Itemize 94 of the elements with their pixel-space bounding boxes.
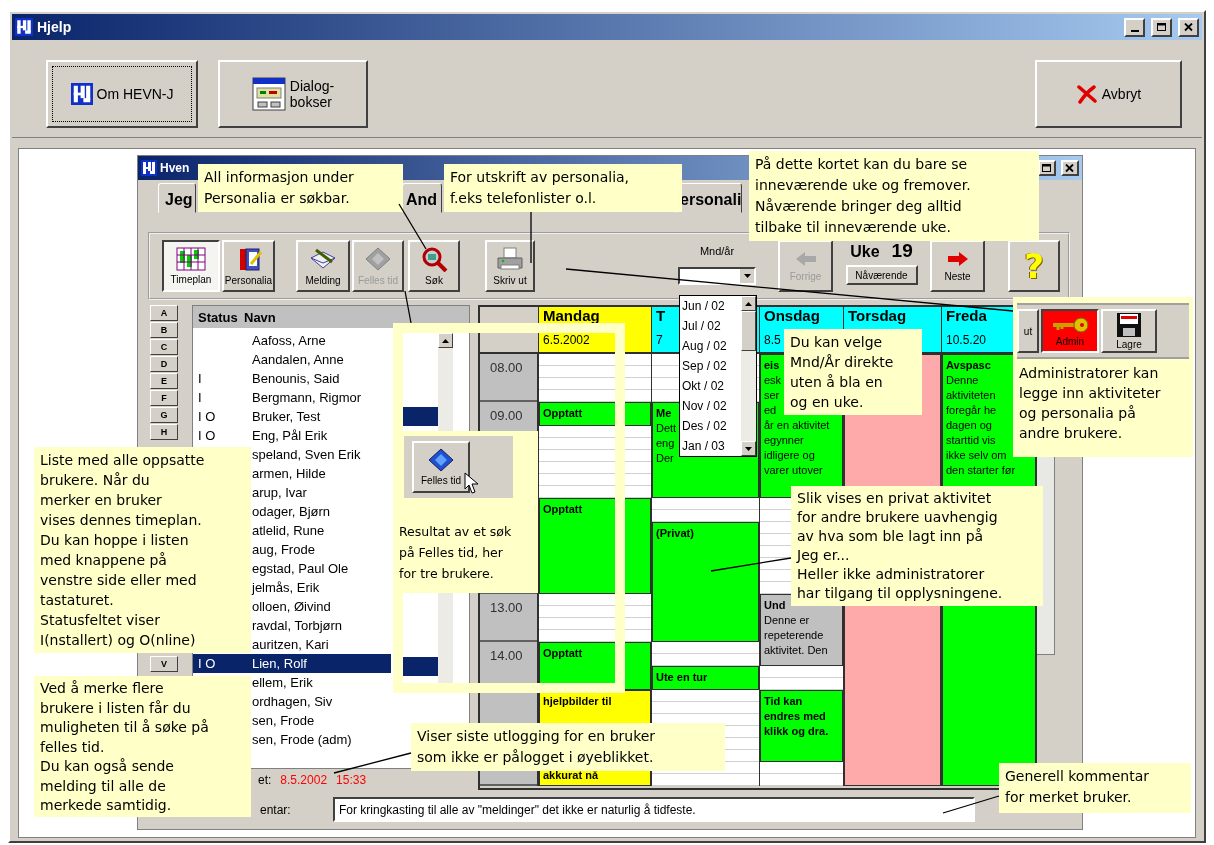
day-name: Onsdag (764, 308, 820, 324)
event-text: dagen og (946, 418, 992, 433)
help-tooltip: All informasjon under Personalia er søkbar. (198, 164, 403, 212)
time-label: 13.00 (490, 600, 523, 615)
day-date: 8.5 (764, 334, 781, 347)
time-label: 09.00 (490, 408, 523, 423)
help-tooltip: Generell kommentar for merket bruker. (999, 763, 1191, 813)
event-text: ed (764, 403, 777, 418)
time-label: 08.00 (490, 360, 523, 375)
status-text: I (198, 371, 203, 386)
window-title: Hjelp (37, 19, 72, 35)
event-title: Opptatt (543, 406, 583, 421)
event-text: esk (764, 373, 782, 388)
column-header: Navn (244, 309, 276, 325)
event-title: eis (764, 358, 780, 373)
window-title: Hven (160, 161, 190, 175)
help-tooltip: Slik vises en privat aktivitet for andre brukere uavhengig av hva som ble lagt inn på Jeg er... Heller ikke administratorer har tilgang til opplysningene. (791, 486, 1043, 606)
name-text: olloen, Øivind (252, 599, 331, 614)
column-header: Status (198, 309, 239, 325)
logout-time: 15:33 (336, 773, 367, 790)
comment-label: entar: (260, 802, 292, 817)
name-text: egstad, Paul Ole (252, 561, 349, 576)
event-title: akkurat nå (543, 768, 599, 783)
day-name: Freda (946, 308, 987, 324)
day-name: T (656, 308, 666, 324)
day-date: 7 (656, 334, 663, 347)
help-tooltip: Ved å merke flere brukere i listen får du muligheten til å søke på felles tid. Du kan også sende melding til alle de merkede samtidig. (34, 676, 251, 817)
event-title: Und (764, 598, 786, 613)
event-text: repeterende (764, 628, 824, 643)
status-text: I (198, 390, 203, 405)
name-text: speland, Sven Erik (252, 447, 361, 462)
event-text: Denne er (764, 613, 810, 628)
name-text: ellem, Erik (252, 675, 313, 690)
name-text: aug, Frode (252, 542, 315, 557)
event-text: varer utover (764, 463, 823, 478)
day-date: 10.5.20 (946, 334, 987, 347)
status-text: I O (198, 428, 217, 443)
event-text: idligere og (764, 448, 815, 463)
event-title: hjelpbilder til (543, 694, 612, 709)
help-tooltip: For utskrift av personalia, f.eks telefonlister o.l. (444, 164, 682, 212)
event-text: starttid vis (946, 433, 996, 448)
event-text: aktiviteten (946, 388, 996, 403)
name-text: Lien, Rolf (252, 656, 307, 671)
event-title: Tid kan endres med klikk og dra. (764, 694, 829, 739)
event-title: Opptatt (543, 646, 583, 661)
name-text: arup, Ivar (252, 485, 307, 500)
event-title: Opptatt (543, 502, 583, 517)
month-label: Mnd/år (699, 245, 735, 257)
name-text: Bergmann, Rigmor (252, 390, 362, 405)
name-text: jelmås, Erik (252, 580, 320, 595)
event-text: foregår he (946, 403, 997, 418)
name-text: Aandalen, Anne (252, 352, 344, 367)
event-text: ser (764, 388, 780, 403)
status-text: I O (198, 656, 217, 671)
name-text: armen, Hilde (252, 466, 326, 481)
event-text: år en aktivitet (764, 418, 830, 433)
name-text: Benounis, Said (252, 371, 340, 386)
logout-date: 8.5.2002 (280, 773, 328, 790)
name-text: Aafoss, Arne (252, 333, 326, 348)
help-tooltip: Liste med alle oppsatte brukere. Når du merker en bruker vises dennes timeplan. Du kan hoppe i listen med knappene på venstre side eller med tastaturet. Statusfeltet viser I(nstallert) og O(nline) (34, 447, 251, 653)
callout-text: Administratorer kan legge inn aktiviteter og personalia på andre brukere. (1018, 364, 1162, 443)
event-text: egynner (764, 433, 804, 448)
logout-label: et: (258, 773, 272, 790)
event-text: Der (656, 451, 674, 466)
event-text: Denne (946, 373, 979, 388)
help-tooltip: Du kan velge Mnd/År direkte uten å bla en og en uke. (784, 329, 922, 415)
name-text: odager, Bjørn (252, 504, 331, 519)
name-text: atlelid, Rune (252, 523, 325, 538)
event-text: aktivitet. Den (764, 643, 828, 658)
name-text: ordhagen, Siv (252, 694, 333, 709)
name-text: Bruker, Test (252, 409, 321, 424)
event-title: Ute en tur (656, 670, 708, 685)
day-name: Mandag (543, 308, 600, 324)
event-text: ikke selv om (946, 448, 1007, 463)
time-label: 14.00 (490, 648, 523, 663)
help-tooltip: På dette kortet kan du bare se inneværende uke og fremover. Nåværende bringer deg alltid tilbake til inneværende uke. (749, 151, 1039, 241)
event-title: Avspasc (946, 358, 991, 373)
name-text: auritzen, Kari (252, 637, 329, 652)
event-text: eng (656, 436, 675, 451)
event-text: den starter før (946, 463, 1016, 478)
event-text: Dett (656, 421, 677, 436)
name-text: sen, Frode (adm) (252, 732, 352, 747)
event-title: (Privat) (656, 526, 694, 541)
name-text: Eng, Pål Erik (252, 428, 328, 443)
event-title: Me (656, 406, 672, 421)
help-tooltip: Viser siste utlogging for en bruker som ikke er pålogget i øyeblikket. (411, 723, 725, 771)
name-text: ravdal, Torbjørn (252, 618, 343, 633)
week-label: Uke (850, 243, 880, 261)
name-text: sen, Frode (252, 713, 315, 728)
callout-text: Resultat av et søk på Felles tid, her for tre brukere. (398, 523, 513, 583)
day-date: 6.5.2002 (543, 334, 590, 347)
status-text: I O (198, 409, 217, 424)
week-number: 19 (891, 240, 913, 262)
day-name: Torsdag (848, 308, 907, 324)
